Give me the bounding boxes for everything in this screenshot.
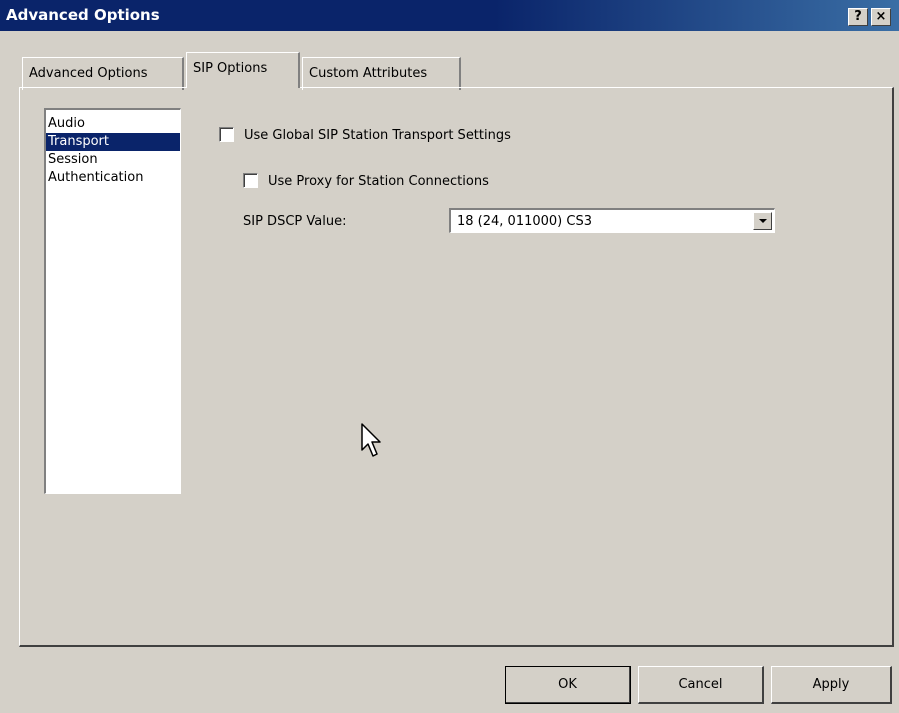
title-bar: Advanced Options ? × xyxy=(0,0,899,31)
tab-sip-options[interactable]: SIP Options xyxy=(186,52,300,88)
dropdown-arrow-icon[interactable] xyxy=(753,212,772,230)
sip-dscp-selected-value: 18 (24, 011000) CS3 xyxy=(457,214,592,229)
tab-custom-attributes[interactable]: Custom Attributes xyxy=(302,57,461,90)
apply-button[interactable]: Apply xyxy=(771,666,892,704)
close-button[interactable]: × xyxy=(871,8,891,26)
window-title: Advanced Options xyxy=(6,6,160,24)
mouse-cursor-icon xyxy=(361,423,381,457)
sip-dscp-select[interactable]: 18 (24, 011000) CS3 xyxy=(449,208,775,233)
list-item-transport[interactable]: Transport xyxy=(46,133,180,151)
ok-button[interactable]: OK xyxy=(505,666,631,704)
help-button[interactable]: ? xyxy=(848,8,868,26)
use-global-transport-label: Use Global SIP Station Transport Setting… xyxy=(244,128,511,143)
use-global-transport-checkbox[interactable] xyxy=(219,127,234,142)
list-item-authentication[interactable]: Authentication xyxy=(46,169,180,187)
use-proxy-label: Use Proxy for Station Connections xyxy=(268,174,489,189)
list-item-session[interactable]: Session xyxy=(46,151,180,169)
use-proxy-checkbox[interactable] xyxy=(243,173,258,188)
list-item-audio[interactable]: Audio xyxy=(46,115,180,133)
tab-advanced-options[interactable]: Advanced Options xyxy=(22,57,184,90)
cancel-button[interactable]: Cancel xyxy=(638,666,764,704)
category-list[interactable]: Audio Transport Session Authentication xyxy=(44,108,181,494)
sip-dscp-label: SIP DSCP Value: xyxy=(243,214,347,229)
